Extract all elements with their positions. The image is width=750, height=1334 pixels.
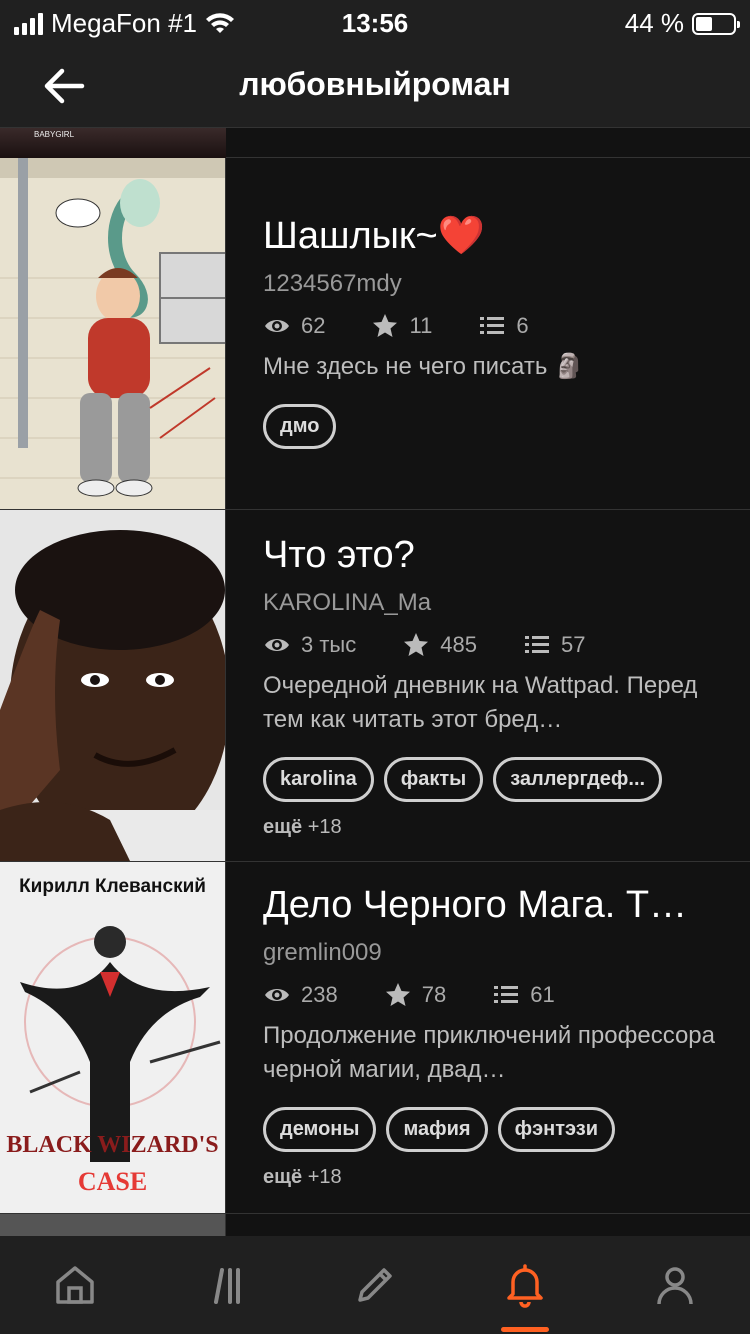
story-author[interactable]: gremlin009: [263, 939, 730, 967]
list-item[interactable]: [0, 1214, 750, 1236]
views-count: 3 тыс: [301, 632, 357, 657]
header: любовныйроман: [0, 44, 750, 128]
story-stats: 3 тыс 485 57: [263, 631, 730, 659]
tab-notifications[interactable]: [450, 1236, 600, 1334]
tab-profile[interactable]: [600, 1236, 750, 1334]
story-description: Очередной дневник на Wattpad. Перед тем …: [263, 672, 698, 733]
story-stats: 238 78 61: [263, 981, 730, 1009]
profile-icon: [657, 1267, 693, 1305]
list-item[interactable]: [0, 128, 750, 158]
page-title: любовныйроман: [239, 66, 511, 102]
story-list[interactable]: Шашлык~❤️ 1234567mdy 62 11 6 Мне здесь н…: [0, 128, 750, 1236]
cover-title-line1: BLACK WIZARD'S: [6, 1132, 219, 1158]
tag-list: дмо: [263, 404, 730, 449]
library-icon: [214, 1268, 240, 1304]
story-author[interactable]: KAROLINA_Ma: [263, 589, 730, 617]
tab-library[interactable]: [150, 1236, 300, 1334]
votes-count: 78: [421, 982, 447, 1007]
cover-author: Кирилл Клеванский: [19, 876, 206, 897]
tab-bar: [0, 1236, 750, 1334]
active-tab-indicator: [501, 1327, 549, 1332]
story-cover: [0, 128, 226, 158]
tag-chip[interactable]: karolina: [263, 757, 374, 802]
parts-list-icon: [480, 317, 505, 334]
story-cover: [0, 510, 226, 861]
cover-title-line2: CASE: [77, 1167, 148, 1196]
views-count: 238: [301, 982, 338, 1007]
parts-list-icon: [524, 636, 549, 653]
tab-write[interactable]: [300, 1236, 450, 1334]
battery-fill: [696, 16, 712, 31]
story-card[interactable]: Что это? KAROLINA_Ma 3 тыс 485 57 Очеред…: [0, 510, 750, 862]
parts-count: 57: [560, 632, 586, 657]
tag-list: демоны мафия фэнтэзи: [263, 1107, 730, 1152]
more-tags[interactable]: ещё +18: [263, 816, 730, 839]
parts-count: 61: [530, 982, 555, 1007]
story-title[interactable]: Что это?: [263, 534, 730, 577]
votes-count: 485: [440, 632, 477, 657]
tab-home[interactable]: [0, 1236, 150, 1334]
eye-icon: [265, 989, 289, 1001]
tag-list: karolina факты заллергдеф...: [263, 757, 730, 802]
star-icon: [404, 633, 429, 656]
tag-chip[interactable]: мафия: [386, 1107, 488, 1152]
story-stats: 62 11 6: [263, 312, 730, 340]
battery-percent: 44 %: [624, 8, 684, 38]
eye-icon: [265, 320, 289, 332]
story-author[interactable]: 1234567mdy: [263, 270, 730, 298]
story-description: Продолжение приключений профессора черно…: [263, 1022, 716, 1083]
star-icon: [385, 983, 410, 1006]
story-cover: [0, 1214, 226, 1236]
home-icon: [56, 1266, 94, 1304]
tag-chip[interactable]: демоны: [263, 1107, 377, 1152]
votes-count: 11: [409, 313, 433, 338]
more-tags[interactable]: ещё +18: [263, 1166, 730, 1189]
write-icon: [358, 1268, 392, 1302]
tag-chip[interactable]: заллергдеф...: [493, 757, 663, 802]
story-card[interactable]: Кирилл Клеванский BLACK WIZARD'S CASE Де…: [0, 862, 750, 1214]
notifications-icon: [507, 1264, 543, 1308]
story-cover: [0, 158, 226, 509]
story-card[interactable]: Шашлык~❤️ 1234567mdy 62 11 6 Мне здесь н…: [0, 158, 750, 510]
story-cover: Кирилл Клеванский BLACK WIZARD'S CASE: [0, 862, 226, 1213]
eye-icon: [265, 639, 289, 651]
star-icon: [373, 314, 398, 337]
views-count: 62: [301, 313, 326, 338]
status-bar: MegaFon #1 13:56 44 %: [0, 0, 750, 44]
tag-chip[interactable]: фэнтэзи: [497, 1107, 616, 1152]
battery-icon: [692, 12, 740, 35]
parts-list-icon: [494, 986, 519, 1003]
tag-chip[interactable]: дмо: [263, 404, 337, 449]
story-title[interactable]: Шашлык~❤️: [263, 214, 730, 258]
story-title[interactable]: Дело Черного Мага. Т…: [263, 884, 730, 927]
parts-count: 6: [516, 313, 529, 338]
story-description: Мне здесь не чего писать 🗿: [263, 353, 584, 380]
tag-chip[interactable]: факты: [383, 757, 484, 802]
